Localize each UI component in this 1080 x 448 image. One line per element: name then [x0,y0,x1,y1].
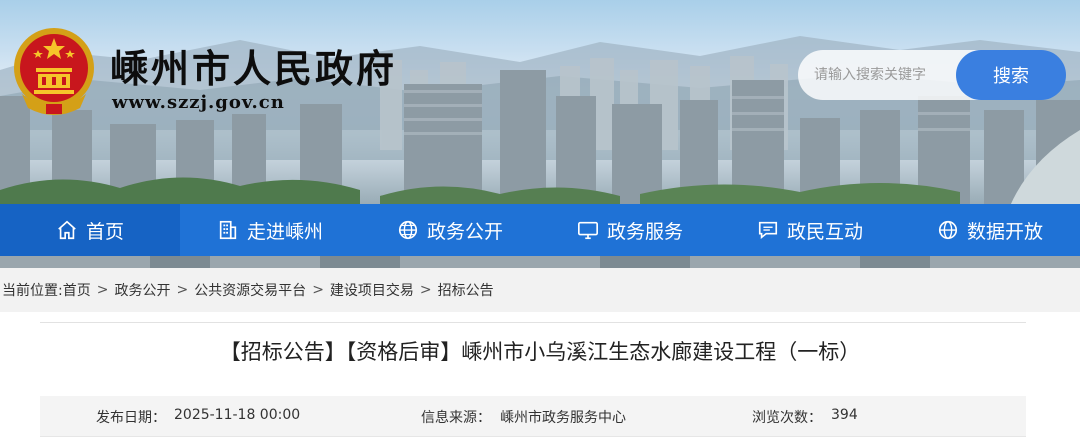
home-icon [58,220,76,240]
nav-item-label: 政务服务 [606,220,683,243]
nav-item-about[interactable]: 走进嵊州 [180,204,360,256]
source-value: 嵊州市政务服务中心 [500,410,626,426]
nav-item-gov-services[interactable]: 政务服务 [540,204,720,256]
breadcrumb: 当前位置: 首页 > 政务公开 > 公共资源交易平台 > 建设项目交易 > 招标… [0,268,1080,312]
breadcrumb-separator: > [176,282,189,298]
chat-icon [758,221,778,240]
view-count-label: 浏览次数： [752,410,822,426]
nav-item-label: 政民互动 [786,220,863,243]
publish-date: 2025-11-18 00:00 [174,407,301,423]
nav-item-interaction[interactable]: 政民互动 [720,204,900,256]
publish-date-label: 发布日期： [96,410,166,426]
breadcrumb-prefix: 当前位置: [2,283,63,299]
breadcrumb-link-tender-notice[interactable]: 招标公告 [438,280,494,300]
breadcrumb-link-trading-platform[interactable]: 公共资源交易平台 [194,280,306,300]
nav-item-label: 政务公开 [426,220,503,243]
globe-icon [938,220,958,240]
article-top-divider [40,322,1026,323]
monitor-icon [577,221,598,240]
article-meta-divider [40,436,1026,437]
site-title: 嵊州市人民政府 [110,46,398,91]
main-nav: 首页 走进嵊州 政务公开 政务服务 政民互动 数据开放 [0,204,1080,256]
view-count: 394 [831,407,858,423]
nav-item-label: 数据开放 [966,220,1043,243]
breadcrumb-link-home[interactable]: 首页 [63,280,91,300]
site-url: www.szzj.gov.cn [112,92,285,113]
nav-item-gov-affairs[interactable]: 政务公开 [360,204,540,256]
nav-item-open-data[interactable]: 数据开放 [900,204,1080,256]
search-button[interactable]: 搜索 [956,50,1066,100]
breadcrumb-link-construction[interactable]: 建设项目交易 [330,280,414,300]
breadcrumb-separator: > [419,282,432,298]
nav-item-label: 首页 [85,220,124,243]
nav-item-label: 走进嵊州 [246,220,323,243]
nav-item-home[interactable]: 首页 [0,204,180,256]
breadcrumb-separator: > [312,282,324,298]
article-meta-bar: 发布日期： 2025-11-18 00:00 信息来源： 嵊州市政务服务中心 浏… [40,396,1026,436]
source-label: 信息来源： [421,410,491,426]
globe-icon [398,220,418,240]
breadcrumb-separator: > [96,282,109,298]
building-icon [219,220,237,240]
breadcrumb-link-gov-affairs[interactable]: 政务公开 [114,280,170,300]
search-box: 搜索 [798,50,1066,100]
national-emblem-logo [14,28,94,115]
article-title: 【招标公告】【资格后审】嵊州市小乌溪江生态水廊建设工程（一标） [219,340,861,364]
